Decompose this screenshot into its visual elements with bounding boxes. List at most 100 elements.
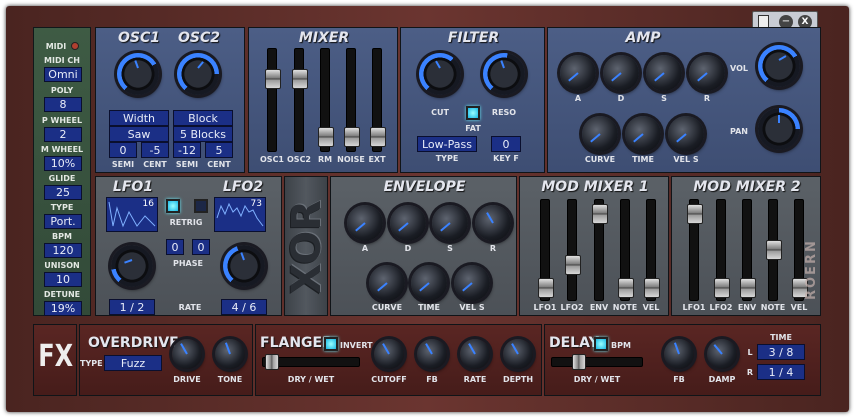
cutoff-knob[interactable] bbox=[419, 53, 461, 95]
overdrive-type-field[interactable]: Fuzz bbox=[104, 355, 162, 371]
lfo2-retrig-toggle[interactable] bbox=[194, 199, 208, 213]
mm1-vel-fader[interactable] bbox=[644, 199, 660, 301]
lfo2-rate-knob[interactable] bbox=[223, 245, 265, 287]
mixer-panel: MIXER OSC1 OSC2 RM NOISE EXT bbox=[248, 27, 398, 173]
type-label: TYPE bbox=[50, 203, 74, 212]
mm2-lfo1-fader[interactable] bbox=[687, 199, 703, 301]
amp-curve-knob[interactable] bbox=[582, 116, 618, 152]
amp-vel-s-knob[interactable] bbox=[668, 116, 704, 152]
lfo1-phase-field[interactable]: 0 bbox=[166, 239, 184, 255]
delay-bpm-toggle[interactable] bbox=[594, 337, 608, 351]
osc1-semi-field[interactable]: 0 bbox=[109, 142, 137, 158]
lfo2-wave-number: 73 bbox=[250, 199, 262, 209]
amp-release-knob[interactable] bbox=[689, 55, 725, 91]
lfo2-phase-field[interactable]: 0 bbox=[192, 239, 210, 255]
amp-sustain-knob[interactable] bbox=[646, 55, 682, 91]
xor-logo: XOR bbox=[284, 199, 330, 295]
phase-label: PHASE bbox=[173, 259, 203, 268]
mm2-note-fader[interactable] bbox=[766, 199, 782, 301]
m-wheel-field[interactable]: 10% bbox=[44, 156, 82, 171]
tone-knob[interactable] bbox=[215, 339, 245, 369]
env-time-knob[interactable] bbox=[411, 265, 447, 301]
lfo1-rate-field[interactable]: 1 / 2 bbox=[109, 299, 155, 315]
glide-type-field[interactable]: Port. bbox=[44, 214, 82, 229]
mm2-lfo2-fader[interactable] bbox=[714, 199, 730, 301]
fat-toggle[interactable] bbox=[466, 106, 480, 120]
delay-panel: DELAY BPM DRY / WET FB DAMP TIME L 3 / 8… bbox=[544, 324, 821, 396]
lfo1-wave-display[interactable]: 16 bbox=[106, 197, 158, 232]
delay-left-time-field[interactable]: 3 / 8 bbox=[757, 344, 805, 360]
volume-knob[interactable] bbox=[758, 45, 800, 87]
osc1-wave-field[interactable]: Saw bbox=[109, 126, 169, 142]
env-sustain-knob[interactable] bbox=[432, 205, 468, 241]
mixer-osc1-fader[interactable] bbox=[265, 48, 281, 152]
mm1-env-fader[interactable] bbox=[592, 199, 608, 301]
flanger-rate-knob[interactable] bbox=[460, 339, 490, 369]
osc2-semi-field[interactable]: -12 bbox=[173, 142, 201, 158]
resonance-knob[interactable] bbox=[483, 53, 525, 95]
env-vel-s-knob[interactable] bbox=[454, 265, 490, 301]
filter-type-field[interactable]: Low-Pass bbox=[417, 136, 477, 152]
delay-fb-knob[interactable] bbox=[664, 339, 694, 369]
unison-field[interactable]: 10 bbox=[44, 272, 82, 287]
env-r-label: R bbox=[489, 244, 497, 253]
delay-fb-label: FB bbox=[673, 375, 685, 384]
drive-knob[interactable] bbox=[172, 339, 202, 369]
env-release-knob[interactable] bbox=[475, 205, 511, 241]
mixer-noise-fader[interactable] bbox=[344, 48, 360, 152]
osc1-cent-field[interactable]: -5 bbox=[141, 142, 169, 158]
osc2-knob[interactable] bbox=[177, 53, 219, 95]
flanger-depth-knob[interactable] bbox=[503, 339, 533, 369]
env-curve-knob[interactable] bbox=[369, 265, 405, 301]
mm2-vel-label: VEL bbox=[790, 303, 808, 312]
env-d-label: D bbox=[404, 244, 412, 253]
env-attack-knob[interactable] bbox=[347, 205, 383, 241]
mm1-lfo1-fader[interactable] bbox=[538, 199, 554, 301]
amp-panel: AMP A D S R CURVE TIME VEL S VOL PAN bbox=[547, 27, 821, 173]
osc2-cent-field[interactable]: 5 bbox=[205, 142, 233, 158]
osc2-wave-field[interactable]: 5 Blocks bbox=[173, 126, 233, 142]
flanger-cutoff-knob[interactable] bbox=[374, 339, 404, 369]
flanger-dry-wet-label: DRY / WET bbox=[287, 375, 335, 384]
osc-panel: OSC1 OSC2 Width Block Saw 5 Blocks 0 -5 … bbox=[95, 27, 245, 173]
delay-dry-wet-slider[interactable] bbox=[551, 354, 643, 370]
lfo1-rate-knob[interactable] bbox=[111, 245, 153, 287]
poly-field[interactable]: 8 bbox=[44, 97, 82, 112]
bpm-field[interactable]: 120 bbox=[44, 243, 82, 258]
mm1-lfo2-fader[interactable] bbox=[565, 199, 581, 301]
mm2-vel-fader[interactable] bbox=[792, 199, 808, 301]
mixer-rm-fader[interactable] bbox=[318, 48, 334, 152]
osc1-mod-field[interactable]: Width bbox=[109, 110, 169, 126]
flanger-dry-wet-slider[interactable] bbox=[262, 354, 360, 370]
lfo1-retrig-toggle[interactable] bbox=[166, 199, 180, 213]
osc2-mod-field[interactable]: Block bbox=[173, 110, 233, 126]
midi-ch-field[interactable]: Omni bbox=[44, 67, 82, 82]
env-decay-knob[interactable] bbox=[390, 205, 426, 241]
amp-time-knob[interactable] bbox=[625, 116, 661, 152]
key-follow-field[interactable]: 0 bbox=[491, 136, 521, 152]
flanger-invert-toggle[interactable] bbox=[324, 337, 338, 351]
mixer-ext-fader[interactable] bbox=[370, 48, 386, 152]
lfo2-rate-field[interactable]: 4 / 6 bbox=[221, 299, 267, 315]
mm2-env-fader[interactable] bbox=[740, 199, 756, 301]
glide-field[interactable]: 25 bbox=[44, 185, 82, 200]
vol-label: VOL bbox=[730, 64, 748, 73]
amp-attack-knob[interactable] bbox=[560, 55, 596, 91]
lfo2-wave-display[interactable]: 73 bbox=[214, 197, 266, 232]
env-time-label: TIME bbox=[418, 303, 440, 312]
osc1-knob[interactable] bbox=[117, 53, 159, 95]
mod-mixer-1-title: MOD MIXER 1 bbox=[541, 179, 649, 195]
delay-l-label: L bbox=[747, 348, 753, 357]
amp-decay-knob[interactable] bbox=[603, 55, 639, 91]
env-vel-s-label: VEL S bbox=[459, 303, 485, 312]
mixer-osc2-fader[interactable] bbox=[292, 48, 308, 152]
delay-right-time-field[interactable]: 1 / 4 bbox=[757, 364, 805, 380]
delay-damp-knob[interactable] bbox=[707, 339, 737, 369]
mm1-note-fader[interactable] bbox=[618, 199, 634, 301]
amp-s-label: S bbox=[661, 94, 667, 103]
flanger-fb-knob[interactable] bbox=[417, 339, 447, 369]
p-wheel-field[interactable]: 2 bbox=[44, 127, 82, 142]
amp-r-label: R bbox=[703, 94, 711, 103]
pan-knob[interactable] bbox=[758, 108, 800, 150]
detune-field[interactable]: 19% bbox=[44, 301, 82, 316]
